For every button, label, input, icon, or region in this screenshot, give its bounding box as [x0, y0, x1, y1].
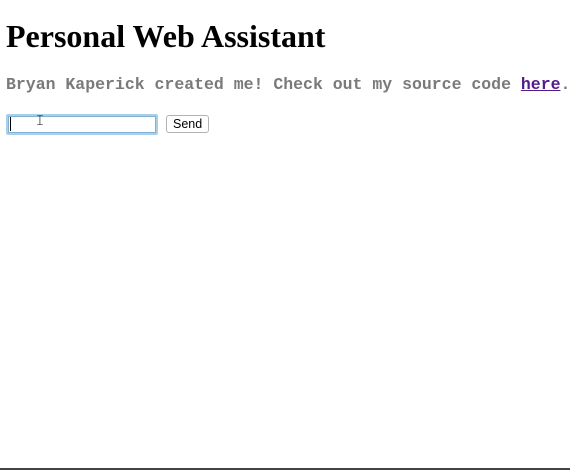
- text-caret: [10, 117, 11, 131]
- intro-text-prefix: Bryan Kaperick created me! Check out my …: [6, 75, 521, 94]
- chat-form: Send: [6, 113, 210, 135]
- send-button[interactable]: Send: [166, 115, 210, 133]
- page-content: Personal Web Assistant Bryan Kaperick cr…: [6, 0, 570, 94]
- source-code-link[interactable]: here: [521, 75, 561, 94]
- page-title: Personal Web Assistant: [6, 18, 326, 54]
- intro-text: Bryan Kaperick created me! Check out my …: [6, 75, 570, 94]
- intro-text-suffix: .: [560, 75, 570, 94]
- chat-input[interactable]: [6, 113, 158, 135]
